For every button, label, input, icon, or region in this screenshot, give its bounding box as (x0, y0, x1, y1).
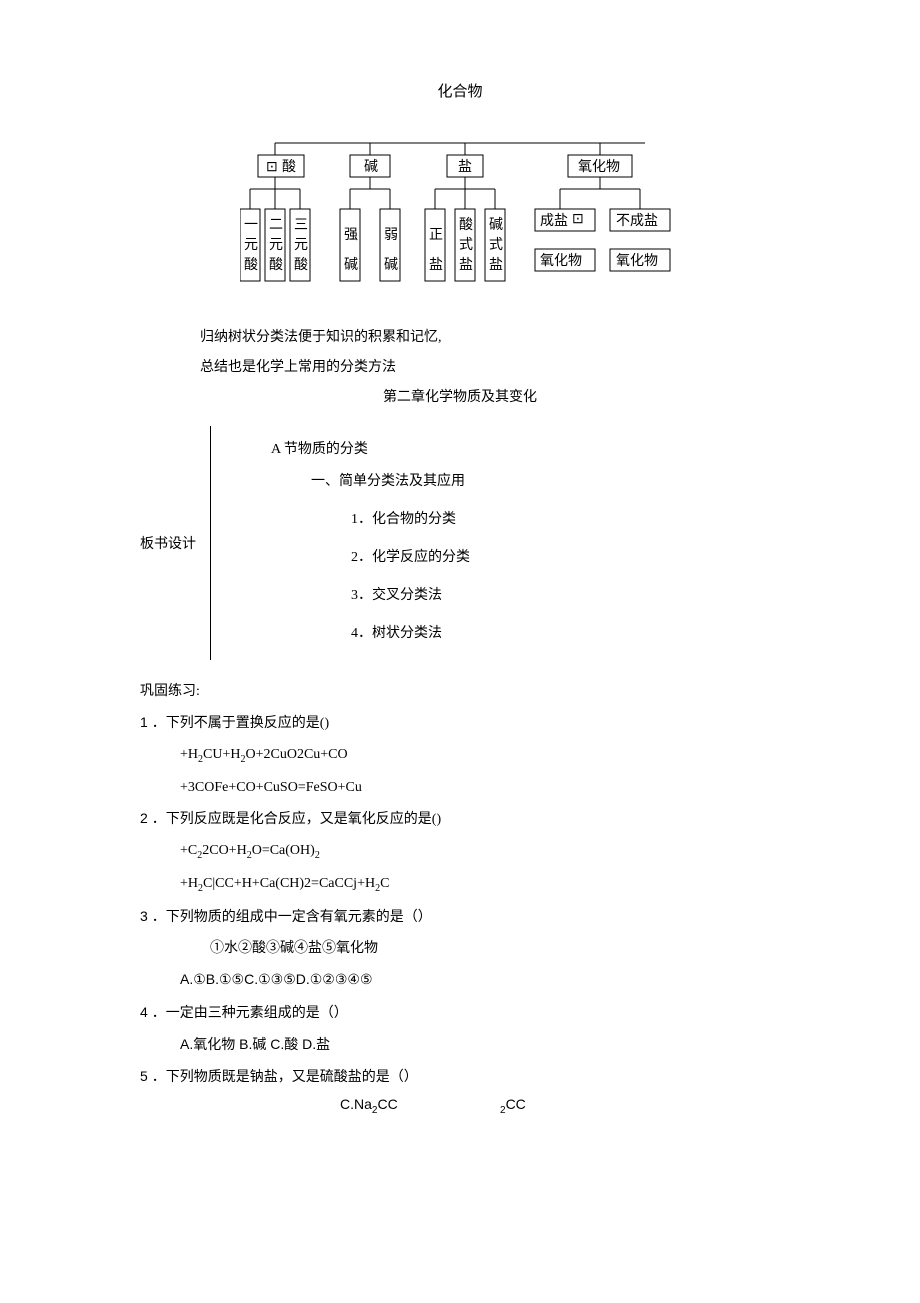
question-3: 3．下列物质的组成中一定含有氧元素的是（） (140, 904, 780, 930)
svg-text:碱: 碱 (489, 217, 503, 233)
tree-node-oxide: 氧化物 (578, 159, 620, 175)
page: 化合物 ⊡ 酸 碱 盐 氧化物 (0, 0, 920, 1176)
svg-text:酸: 酸 (459, 217, 473, 233)
bb-item: 1．化合物的分类 (351, 508, 470, 528)
q3-options: A.①B.①⑤C.①③⑤D.①②③④⑤ (140, 967, 780, 993)
tree-leaf: 一 (244, 218, 258, 233)
q4-options: A.氧化物 B.碱 C.酸 D.盐 (140, 1032, 780, 1058)
svg-text:氧化物: 氧化物 (540, 253, 582, 269)
svg-text:元: 元 (294, 238, 308, 253)
question-2: 2．下列反应既是化合反应，又是氧化反应的是() (140, 806, 780, 832)
question-1: 1．下列不属于置换反应的是() (140, 710, 780, 736)
bb-item: 2．化学反应的分类 (351, 546, 470, 566)
bb-section-title: A 节物质的分类 (271, 438, 470, 458)
summary-line-1: 归纳树状分类法便于知识的积累和记忆, (140, 326, 780, 346)
dot-icon: ⊡ (266, 160, 278, 175)
bb-subsection: 一、简单分类法及其应用 (311, 470, 470, 490)
svg-text:元: 元 (269, 238, 283, 253)
q-num: 4 (140, 1004, 148, 1020)
q2-line1: +C22CO+H2O=Ca(OH)2 (140, 838, 780, 865)
q-num: 3 (140, 908, 148, 924)
svg-text:三: 三 (294, 218, 308, 233)
svg-text:强: 强 (344, 228, 358, 243)
svg-text:酸: 酸 (294, 257, 308, 273)
svg-text:碱: 碱 (344, 257, 358, 273)
bb-item: 3．交叉分类法 (351, 584, 470, 604)
q5-opt-d: 2CC (500, 1096, 526, 1116)
svg-text:酸: 酸 (244, 257, 258, 273)
tree-node-base: 碱 (364, 159, 378, 175)
classification-tree: ⊡ 酸 碱 盐 氧化物 一 元 酸 二 元 酸 三 元 酸 (240, 131, 680, 296)
svg-text:式: 式 (489, 237, 503, 253)
compound-title: 化合物 (140, 80, 780, 101)
svg-text:正: 正 (429, 228, 443, 243)
svg-text:碱: 碱 (384, 257, 398, 273)
q1-line1: +H2CU+H2O+2CuO2Cu+CO (140, 742, 780, 769)
board-design: 板书设计 A 节物质的分类 一、简单分类法及其应用 1．化合物的分类 2．化学反… (140, 426, 780, 660)
question-5: 5．下列物质既是钠盐，又是硫酸盐的是（） (140, 1064, 780, 1090)
svg-text:弱: 弱 (384, 228, 398, 243)
chapter-title: 第二章化学物质及其变化 (140, 386, 780, 406)
question-4: 4．一定由三种元素组成的是（） (140, 1000, 780, 1026)
svg-text:式: 式 (459, 237, 473, 253)
summary-line-2: 总结也是化学上常用的分类方法 (140, 356, 780, 376)
board-design-label: 板书设计 (140, 533, 210, 553)
svg-text:盐: 盐 (489, 257, 503, 273)
svg-text:氧化物: 氧化物 (616, 253, 658, 269)
svg-text:不成盐: 不成盐 (616, 213, 658, 229)
svg-text:二: 二 (269, 218, 283, 233)
q1-line2: +3COFe+CO+CuSO=FeSO+Cu (140, 775, 780, 800)
svg-text:盐: 盐 (459, 257, 473, 273)
chapter-section: 第二章化学物质及其变化 板书设计 A 节物质的分类 一、简单分类法及其应用 1．… (140, 386, 780, 660)
exercise-heading: 巩固练习: (140, 680, 780, 700)
bb-item: 4．树状分类法 (351, 622, 470, 642)
svg-text:盐: 盐 (429, 257, 443, 273)
q2-line2: +H2C|CC+H+Ca(CH)2=CaCCj+H2C (140, 871, 780, 898)
q-num: 5 (140, 1068, 148, 1084)
tree-node-salt: 盐 (458, 159, 472, 175)
q-num: 1 (140, 714, 148, 730)
q5-opt-c: C.Na2CC (340, 1096, 500, 1116)
svg-text:元: 元 (244, 238, 258, 253)
svg-text:成盐: 成盐 (540, 213, 568, 229)
tree-node-acid: 酸 (282, 159, 296, 175)
tree-diagram: ⊡ 酸 碱 盐 氧化物 一 元 酸 二 元 酸 三 元 酸 (140, 131, 780, 296)
board-design-content: A 节物质的分类 一、简单分类法及其应用 1．化合物的分类 2．化学反应的分类 … (211, 426, 470, 660)
svg-text:酸: 酸 (269, 257, 283, 273)
q-num: 2 (140, 810, 148, 826)
q3-items: ①水②酸③碱④盐⑤氧化物 (140, 936, 780, 961)
svg-text:⊡: ⊡ (572, 212, 584, 227)
q5-options: C.Na2CC 2CC (140, 1096, 780, 1116)
